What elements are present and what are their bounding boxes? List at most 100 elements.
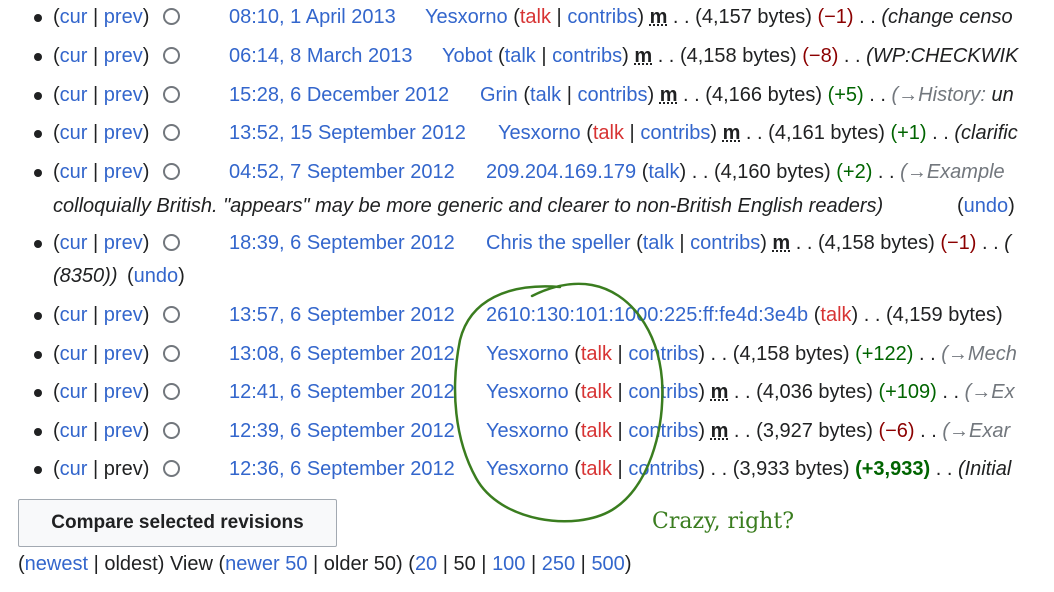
bullet-icon bbox=[34, 312, 42, 320]
radio-select-revision[interactable] bbox=[163, 234, 180, 251]
radio-select-revision[interactable] bbox=[163, 383, 180, 400]
user-contribs-link[interactable]: contribs bbox=[628, 381, 698, 403]
limit-500-link[interactable]: 500 bbox=[591, 553, 624, 575]
user-talk-link[interactable]: talk bbox=[581, 420, 612, 442]
user-link[interactable]: Yesxorno bbox=[486, 381, 569, 403]
revision-date-link[interactable]: 06:14, 8 March 2013 bbox=[229, 42, 412, 70]
user-talk-link[interactable]: talk bbox=[581, 343, 612, 365]
user-link[interactable]: Yesxorno bbox=[486, 458, 569, 480]
limit-20-link[interactable]: 20 bbox=[415, 553, 437, 575]
cur-link[interactable]: cur bbox=[60, 381, 88, 403]
cur-link[interactable]: cur bbox=[60, 304, 88, 326]
user-link[interactable]: 209.204.169.179 bbox=[486, 161, 636, 183]
revision-date-link[interactable]: 18:39, 6 September 2012 bbox=[229, 229, 455, 257]
user-talk-link[interactable]: talk bbox=[643, 232, 674, 254]
user-talk-link[interactable]: talk bbox=[581, 381, 612, 403]
user-contribs-link[interactable]: contribs bbox=[628, 343, 698, 365]
user-contribs-link[interactable]: contribs bbox=[628, 458, 698, 480]
user-link[interactable]: Yesxorno bbox=[498, 122, 581, 144]
cur-link[interactable]: cur bbox=[60, 343, 88, 365]
revision-meta: Yesxorno (talk | contribs) . . (4,158 by… bbox=[486, 343, 1017, 365]
newest-link[interactable]: newest bbox=[25, 553, 88, 575]
radio-select-revision[interactable] bbox=[163, 86, 180, 103]
edit-summary: (→Ex bbox=[965, 381, 1015, 403]
prev-link[interactable]: prev bbox=[104, 420, 143, 442]
user-talk-link[interactable]: talk bbox=[593, 122, 624, 144]
prev-label: prev bbox=[103, 458, 143, 480]
byte-size: (4,160 bytes) bbox=[713, 161, 831, 183]
section-link[interactable]: (→Ex bbox=[965, 381, 1015, 403]
user-talk-link[interactable]: talk bbox=[820, 304, 851, 326]
radio-select-revision[interactable] bbox=[163, 47, 180, 64]
user-contribs-link[interactable]: contribs bbox=[577, 84, 647, 106]
radio-select-revision[interactable] bbox=[163, 460, 180, 477]
revision-date-link[interactable]: 15:28, 6 December 2012 bbox=[229, 81, 449, 109]
byte-diff: (−8) bbox=[802, 45, 839, 67]
revision-date-link[interactable]: 13:57, 6 September 2012 bbox=[229, 301, 455, 329]
radio-select-revision[interactable] bbox=[163, 8, 180, 25]
prev-link[interactable]: prev bbox=[104, 304, 143, 326]
prev-link[interactable]: prev bbox=[104, 343, 143, 365]
user-talk-link[interactable]: talk bbox=[505, 45, 536, 67]
prev-link[interactable]: prev bbox=[104, 6, 143, 28]
revision-date-link[interactable]: 12:39, 6 September 2012 bbox=[229, 417, 455, 445]
user-link[interactable]: Yesxorno bbox=[425, 6, 508, 28]
cur-link[interactable]: cur bbox=[60, 84, 88, 106]
cur-link[interactable]: cur bbox=[60, 45, 88, 67]
user-talk-link[interactable]: talk bbox=[520, 6, 551, 28]
cur-link[interactable]: cur bbox=[60, 458, 88, 480]
prev-link[interactable]: prev bbox=[104, 45, 143, 67]
revision-date-link[interactable]: 04:52, 7 September 2012 bbox=[229, 158, 455, 186]
radio-select-revision[interactable] bbox=[163, 124, 180, 141]
section-link[interactable]: (→Exar bbox=[942, 420, 1010, 442]
user-link[interactable]: Grin bbox=[480, 84, 518, 106]
user-talk-link[interactable]: talk bbox=[581, 458, 612, 480]
limit-50-current: 50 bbox=[453, 553, 476, 575]
user-link[interactable]: Yesxorno bbox=[486, 343, 569, 365]
user-link[interactable]: Yobot bbox=[442, 45, 492, 67]
revision-date-link[interactable]: 12:36, 6 September 2012 bbox=[229, 455, 455, 483]
section-link[interactable]: (→Example bbox=[900, 161, 1004, 183]
undo-link[interactable]: undo bbox=[964, 195, 1009, 217]
user-link[interactable]: Chris the speller bbox=[486, 232, 631, 254]
cur-link[interactable]: cur bbox=[60, 161, 88, 183]
undo-link[interactable]: undo bbox=[134, 265, 179, 287]
limit-100-link[interactable]: 100 bbox=[492, 553, 525, 575]
cur-link[interactable]: cur bbox=[60, 420, 88, 442]
compare-selected-revisions-button[interactable]: Compare selected revisions bbox=[18, 499, 337, 547]
user-contribs-link[interactable]: contribs bbox=[690, 232, 760, 254]
revision-meta: Yesxorno (talk | contribs) m . . (4,161 … bbox=[498, 122, 1018, 144]
byte-diff: (−1) bbox=[817, 6, 854, 28]
user-link[interactable]: 2610:130:101:1000:225:ff:fe4d:3e4b bbox=[486, 304, 808, 326]
revision-date-link[interactable]: 08:10, 1 April 2013 bbox=[229, 3, 396, 31]
revision-date-link[interactable]: 13:08, 6 September 2012 bbox=[229, 340, 455, 368]
user-link[interactable]: Yesxorno bbox=[486, 420, 569, 442]
radio-select-revision[interactable] bbox=[163, 345, 180, 362]
revision-date-link[interactable]: 12:41, 6 September 2012 bbox=[229, 378, 455, 406]
user-contribs-link[interactable]: contribs bbox=[640, 122, 710, 144]
prev-link[interactable]: prev bbox=[104, 381, 143, 403]
user-contribs-link[interactable]: contribs bbox=[552, 45, 622, 67]
prev-link[interactable]: prev bbox=[104, 122, 143, 144]
revision-date-link[interactable]: 13:52, 15 September 2012 bbox=[229, 119, 466, 147]
user-contribs-link[interactable]: contribs bbox=[567, 6, 637, 28]
oldest-label: oldest bbox=[104, 553, 158, 575]
edit-summary: (clarific bbox=[954, 122, 1018, 144]
newer-link[interactable]: newer 50 bbox=[225, 553, 307, 575]
section-link[interactable]: (→Mech bbox=[941, 343, 1017, 365]
user-talk-link[interactable]: talk bbox=[648, 161, 679, 183]
radio-select-revision[interactable] bbox=[163, 306, 180, 323]
cur-link[interactable]: cur bbox=[60, 122, 88, 144]
user-talk-link[interactable]: talk bbox=[530, 84, 561, 106]
cur-link[interactable]: cur bbox=[60, 6, 88, 28]
radio-select-revision[interactable] bbox=[163, 163, 180, 180]
revision-meta: Chris the speller (talk | contribs) m . … bbox=[486, 232, 1011, 254]
cur-link[interactable]: cur bbox=[60, 232, 88, 254]
limit-250-link[interactable]: 250 bbox=[542, 553, 575, 575]
prev-link[interactable]: prev bbox=[104, 84, 143, 106]
prev-link[interactable]: prev bbox=[104, 161, 143, 183]
radio-select-revision[interactable] bbox=[163, 422, 180, 439]
prev-link[interactable]: prev bbox=[104, 232, 143, 254]
section-link[interactable]: (→History: bbox=[892, 84, 986, 106]
user-contribs-link[interactable]: contribs bbox=[628, 420, 698, 442]
